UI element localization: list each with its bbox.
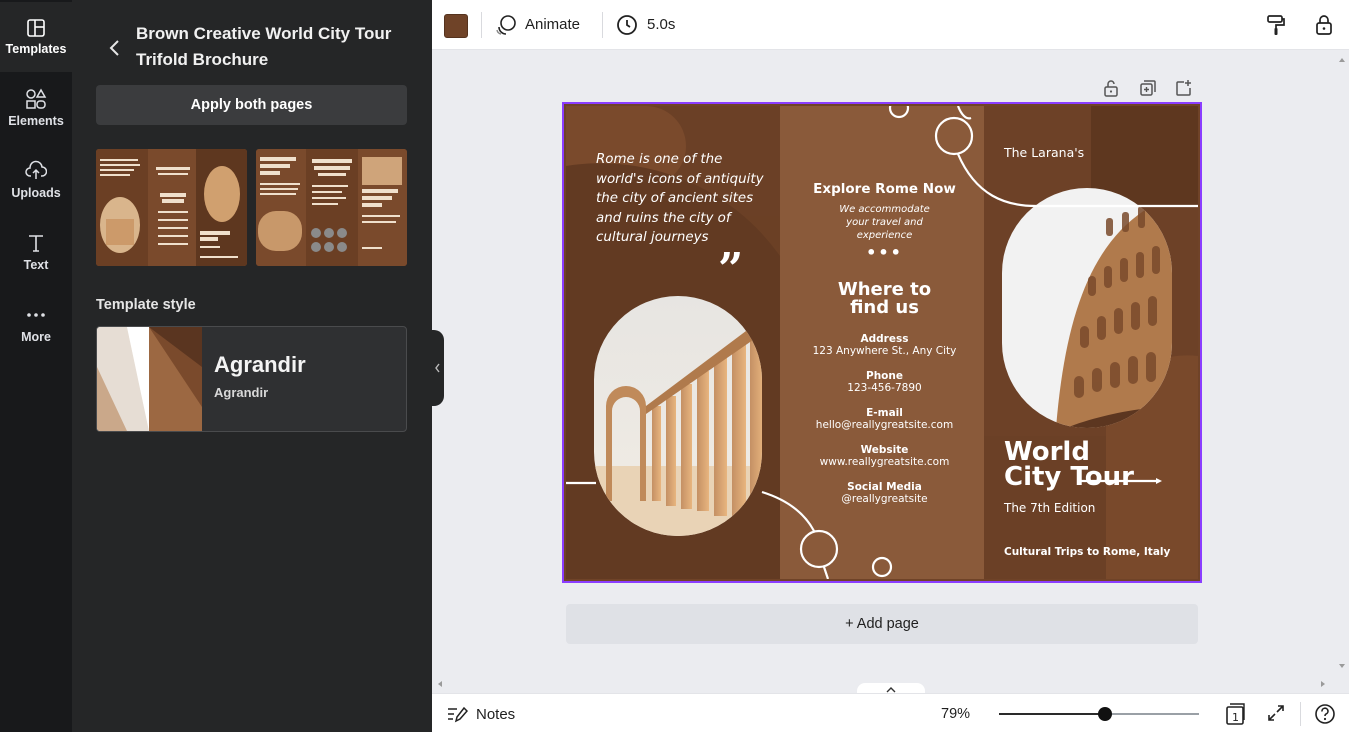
contact-label: Website bbox=[860, 444, 909, 456]
svg-text:1: 1 bbox=[1232, 711, 1239, 724]
zoom-slider-fill bbox=[999, 713, 1105, 715]
toolbar-divider bbox=[602, 12, 603, 38]
accommodate-text[interactable]: We accommodate your travel and experienc… bbox=[832, 203, 937, 242]
template-style-card[interactable]: Agrandir Agrandir bbox=[96, 326, 407, 432]
lock-icon[interactable] bbox=[1312, 13, 1336, 37]
notes-button[interactable]: Notes bbox=[476, 706, 515, 723]
quote-text[interactable]: Rome is one of the world's icons of anti… bbox=[596, 150, 771, 248]
contact-phone[interactable]: Phone 123-456-7890 bbox=[782, 370, 987, 394]
help-icon[interactable] bbox=[1314, 703, 1336, 725]
thumbnail-preview-image bbox=[96, 149, 247, 266]
zoom-slider[interactable] bbox=[999, 707, 1199, 721]
contact-value: hello@reallygreatsite.com bbox=[815, 419, 954, 431]
contact-website[interactable]: Website www.reallygreatsite.com bbox=[782, 444, 987, 468]
rail-item-uploads[interactable]: Uploads bbox=[0, 146, 72, 216]
contact-value: @reallygreatsite bbox=[841, 493, 928, 505]
add-page-icon[interactable] bbox=[1174, 78, 1194, 98]
text-icon bbox=[29, 235, 43, 252]
bottom-bar: Notes 79% 1 bbox=[432, 693, 1349, 732]
template-style-heading: Template style bbox=[96, 297, 196, 313]
notes-icon[interactable] bbox=[446, 704, 468, 724]
headline[interactable]: World City Tour bbox=[1004, 439, 1154, 490]
rail-item-text[interactable]: Text bbox=[0, 218, 72, 288]
animate-button[interactable]: Animate bbox=[525, 16, 580, 33]
add-page-button[interactable]: + Add page bbox=[566, 604, 1198, 644]
templates-panel: Brown Creative World City Tour Trifold B… bbox=[72, 0, 432, 732]
tagline[interactable]: Cultural Trips to Rome, Italy bbox=[1004, 546, 1170, 558]
contact-label: E-mail bbox=[866, 407, 903, 419]
explore-heading[interactable]: Explore Rome Now bbox=[782, 181, 987, 197]
rail-label: More bbox=[21, 330, 51, 344]
fill-color-swatch[interactable] bbox=[444, 14, 468, 38]
contact-value: 123 Anywhere St., Any City bbox=[812, 345, 957, 357]
panel-collapse-handle[interactable] bbox=[432, 330, 444, 406]
rail-item-more[interactable]: More bbox=[0, 290, 72, 360]
toolbar-divider bbox=[481, 12, 482, 38]
unlock-page-icon[interactable] bbox=[1102, 78, 1120, 98]
style-font-name: Agrandir bbox=[214, 352, 306, 377]
edition-text[interactable]: The 7th Edition bbox=[1004, 501, 1095, 515]
brand-name[interactable]: The Larana's bbox=[1004, 145, 1084, 160]
scroll-arrows-icon bbox=[1339, 58, 1345, 668]
zoom-level[interactable]: 79% bbox=[941, 706, 970, 722]
left-rail: Templates Elements Uploads Text More bbox=[0, 0, 72, 732]
more-icon bbox=[27, 313, 45, 317]
contact-social[interactable]: Social Media @reallygreatsite bbox=[782, 481, 987, 505]
template-page-thumbnail-1[interactable] bbox=[96, 149, 247, 266]
paint-roller-icon[interactable] bbox=[1264, 13, 1288, 37]
editor-toolbar: Animate 5.0s bbox=[432, 0, 1349, 50]
template-title: Brown Creative World City Tour Trifold B… bbox=[136, 24, 392, 69]
brochure-canvas: ” Rome is one of the world's icons of an… bbox=[566, 106, 1198, 579]
uploads-icon bbox=[25, 160, 47, 179]
quote-mark-glyph: ” bbox=[718, 244, 743, 295]
contact-email[interactable]: E-mail hello@reallygreatsite.com bbox=[782, 407, 987, 431]
rail-item-elements[interactable]: Elements bbox=[0, 74, 72, 144]
where-heading[interactable]: Where to find us bbox=[832, 281, 937, 317]
back-chevron-icon[interactable] bbox=[108, 38, 122, 58]
contact-address[interactable]: Address 123 Anywhere St., Any City bbox=[782, 333, 987, 357]
templates-icon bbox=[27, 19, 45, 37]
vertical-scrollbar[interactable] bbox=[1335, 50, 1349, 678]
apply-both-pages-button[interactable]: Apply both pages bbox=[96, 85, 407, 125]
chevron-left-icon bbox=[435, 363, 440, 373]
thumbnail-preview-image bbox=[256, 149, 407, 266]
clock-icon[interactable] bbox=[615, 13, 639, 37]
style-palette-swatch bbox=[97, 327, 202, 431]
rail-label: Text bbox=[23, 258, 49, 272]
contact-label: Address bbox=[860, 333, 909, 345]
rail-label: Templates bbox=[5, 42, 67, 56]
toolbar-divider bbox=[1300, 702, 1301, 726]
contact-value: www.reallygreatsite.com bbox=[819, 456, 950, 468]
page-count-icon[interactable]: 1 bbox=[1224, 702, 1246, 726]
template-page-thumbnail-2[interactable] bbox=[256, 149, 407, 266]
duplicate-page-icon[interactable] bbox=[1138, 78, 1158, 98]
contact-label: Phone bbox=[866, 370, 903, 382]
contact-label: Social Media bbox=[847, 481, 922, 493]
zoom-slider-handle[interactable] bbox=[1098, 707, 1112, 721]
dots-divider: ••• bbox=[866, 243, 903, 262]
design-page[interactable]: ” Rome is one of the world's icons of an… bbox=[562, 102, 1202, 583]
style-font-subname: Agrandir bbox=[214, 385, 269, 400]
rail-label: Uploads bbox=[11, 186, 61, 200]
duration-button[interactable]: 5.0s bbox=[647, 16, 675, 33]
animate-icon[interactable] bbox=[494, 13, 518, 37]
contact-value: 123-456-7890 bbox=[847, 382, 922, 394]
rail-label: Elements bbox=[8, 114, 64, 128]
fullscreen-icon[interactable] bbox=[1266, 703, 1286, 723]
rail-item-templates[interactable]: Templates bbox=[0, 2, 72, 72]
elements-icon bbox=[26, 88, 47, 109]
